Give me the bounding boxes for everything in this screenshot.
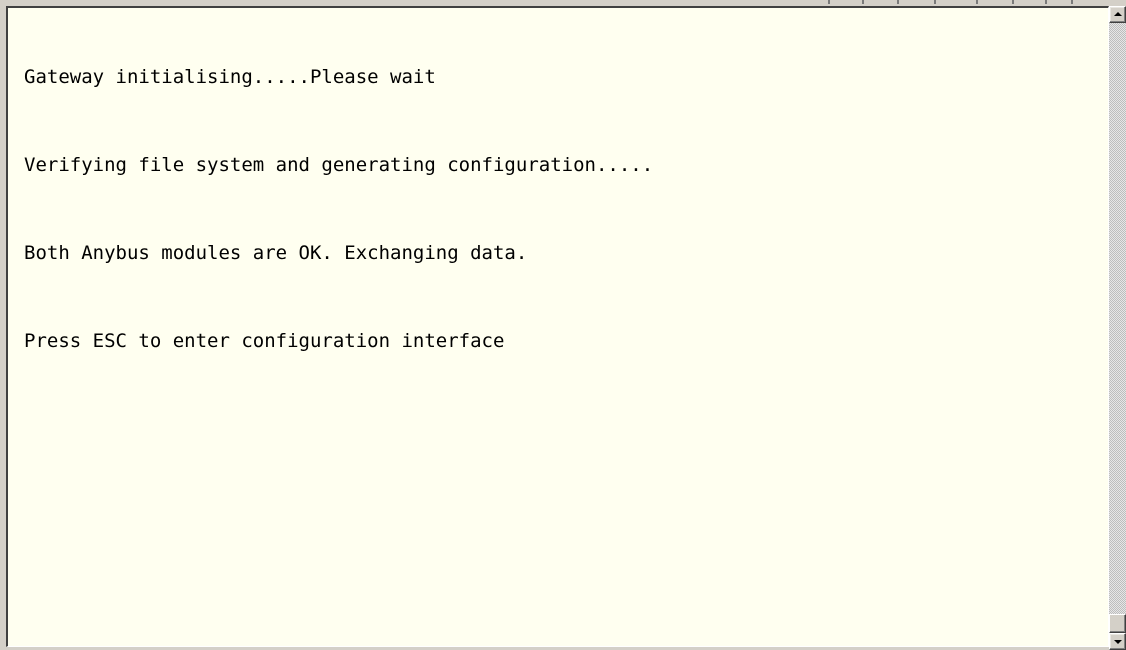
terminal-line-press-esc: Press ESC to enter configuration interfa…	[24, 330, 505, 352]
vertical-scrollbar[interactable]	[1109, 6, 1126, 650]
terminal-line-modules-ok: Both Anybus modules are OK. Exchanging d…	[24, 242, 528, 264]
scrollbar-thumb[interactable]	[1109, 614, 1126, 633]
scroll-up-button[interactable]	[1109, 6, 1126, 23]
terminal-output-area[interactable]: Gateway initialising.....Please wait Ver…	[6, 6, 1109, 647]
edge-mark	[976, 0, 978, 4]
scroll-down-button[interactable]	[1109, 633, 1126, 650]
edge-mark	[897, 0, 899, 4]
edge-mark	[862, 0, 864, 4]
edge-mark	[828, 0, 830, 4]
edge-mark	[1012, 0, 1014, 4]
terminal-line-verify: Verifying file system and generating con…	[24, 154, 654, 176]
triangle-up-icon	[1114, 12, 1122, 16]
edge-mark	[1071, 0, 1073, 4]
terminal-line-init: Gateway initialising.....Please wait	[24, 66, 436, 88]
edge-mark	[1045, 0, 1047, 4]
terminal-window: Gateway initialising.....Please wait Ver…	[0, 0, 1126, 650]
triangle-down-icon	[1114, 640, 1122, 644]
edge-mark	[934, 0, 936, 4]
terminal-lines: Gateway initialising.....Please wait Ver…	[24, 12, 653, 416]
